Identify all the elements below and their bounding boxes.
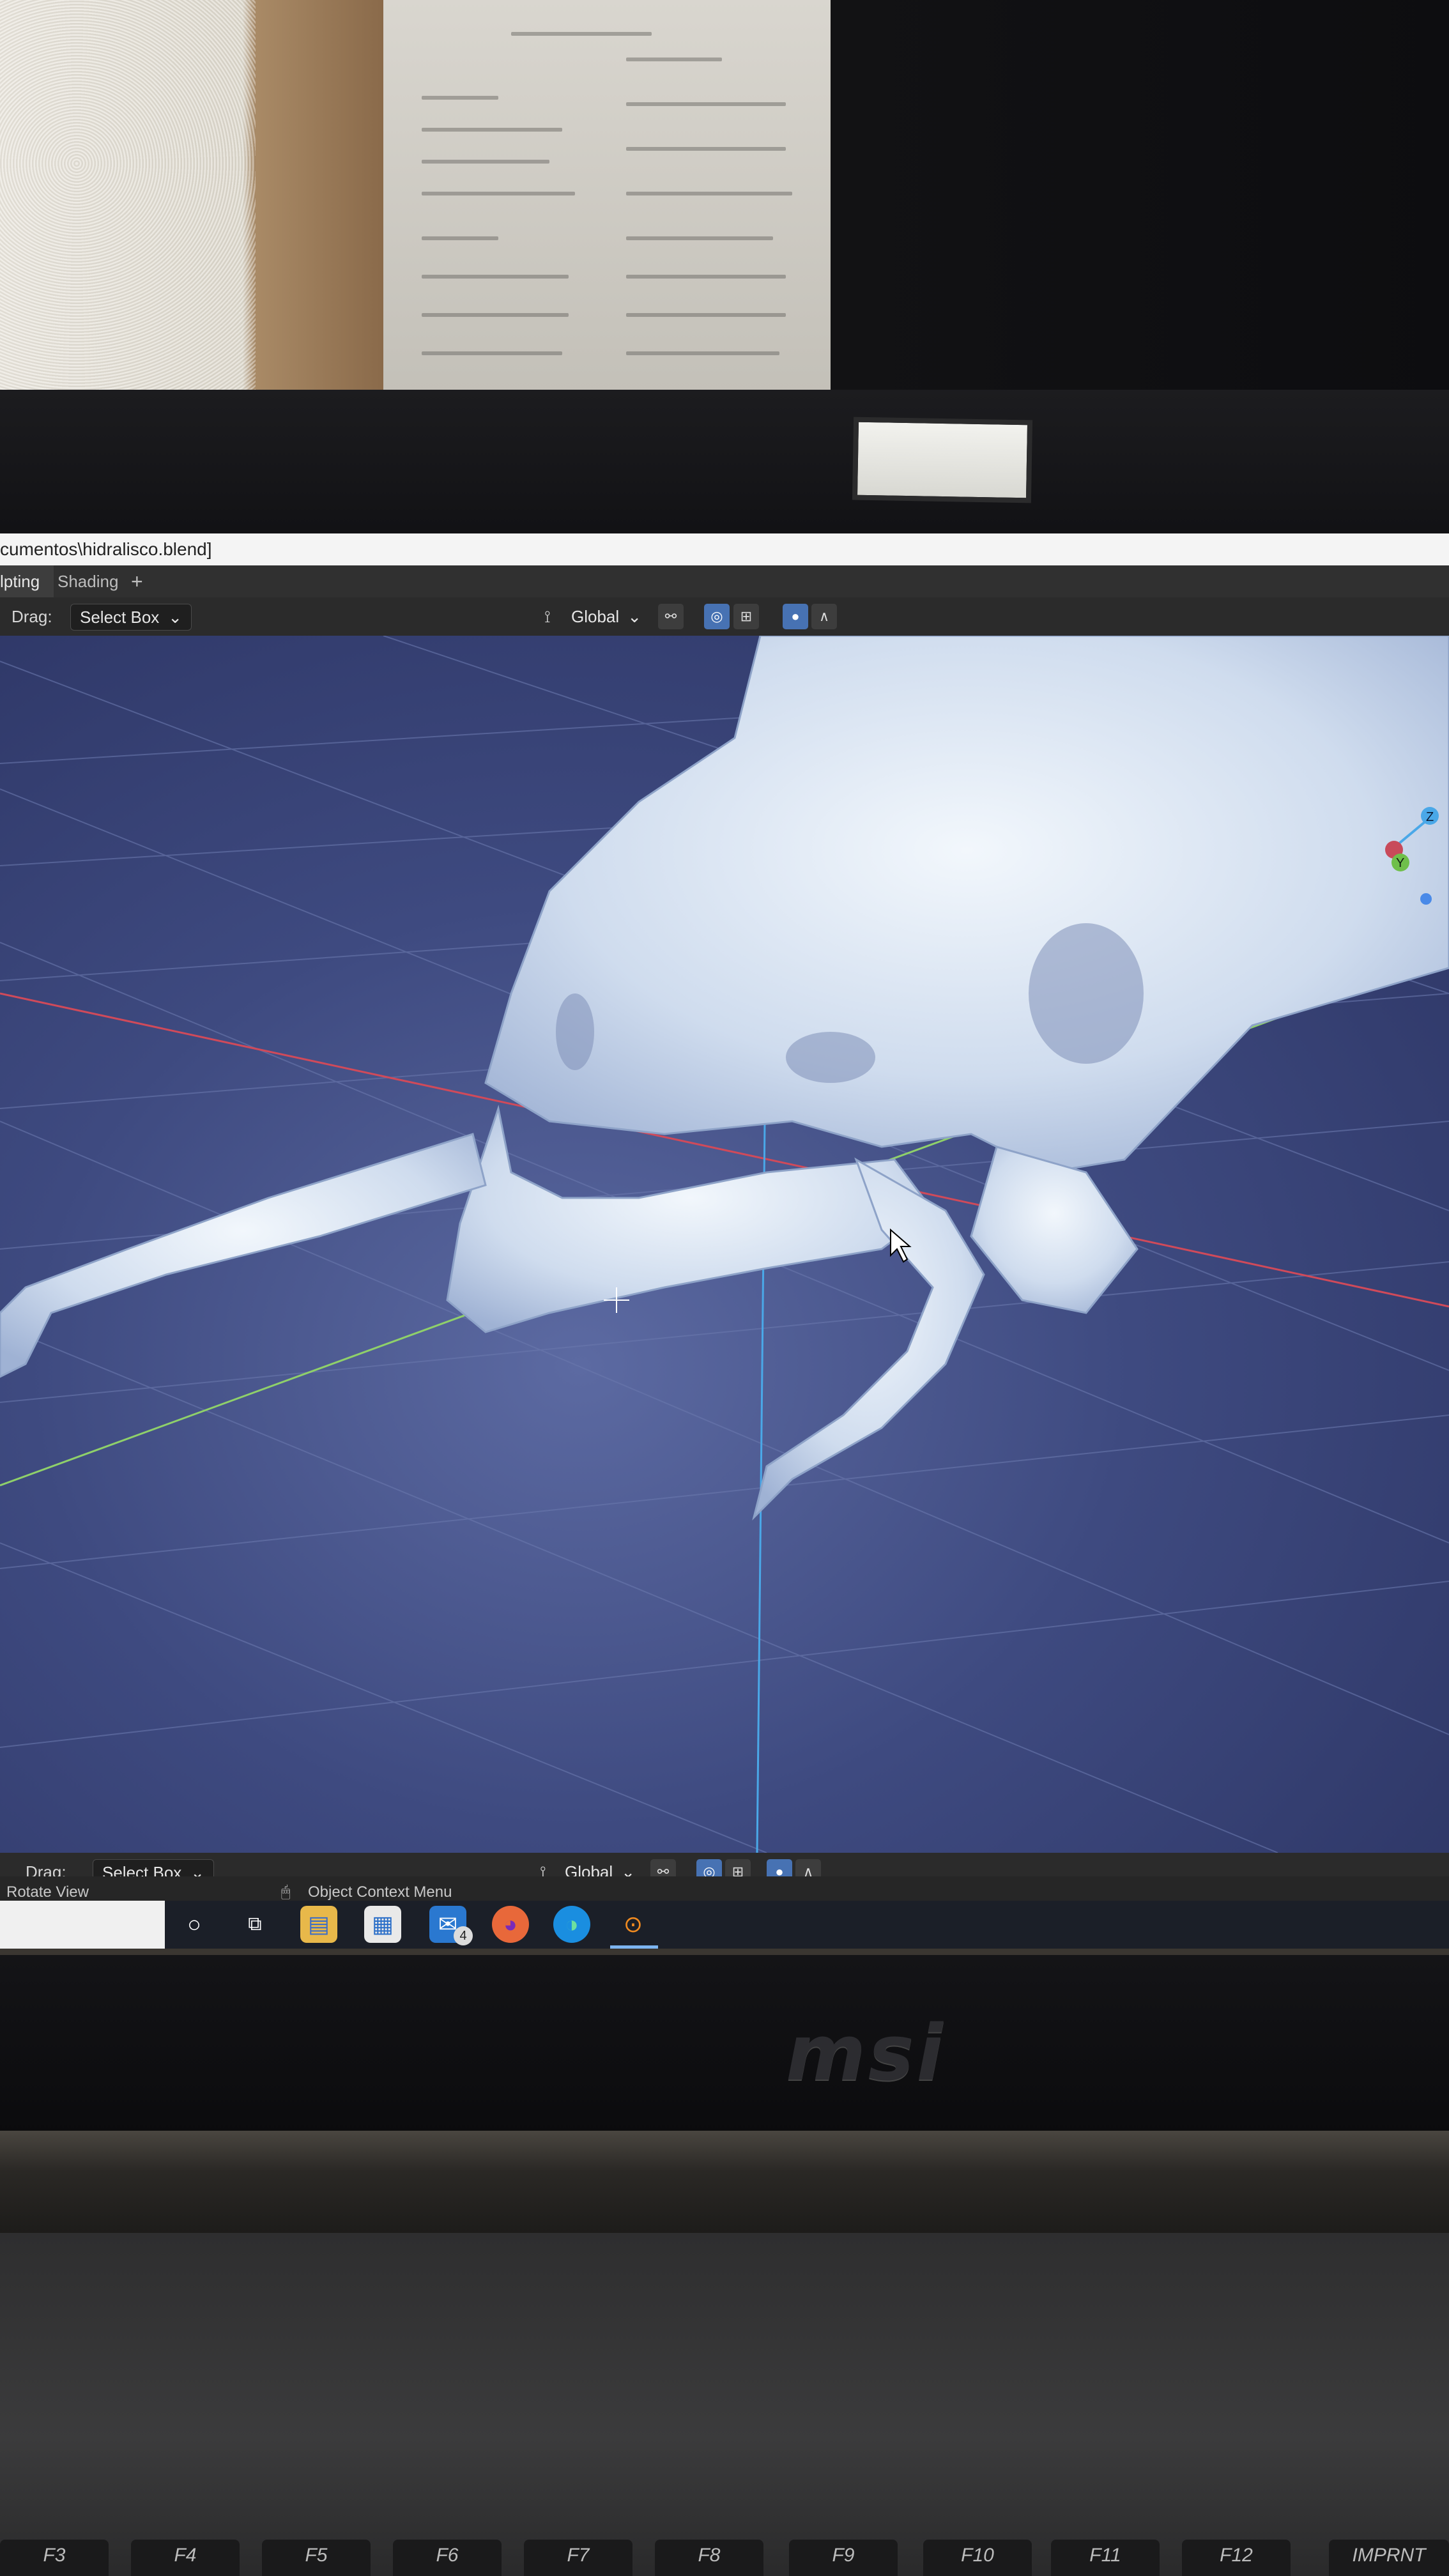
- file-explorer-icon[interactable]: ▤: [300, 1906, 337, 1943]
- pivot-point-icon[interactable]: ⚯: [658, 604, 684, 629]
- chevron-down-icon: ⌄: [168, 608, 182, 627]
- gizmo-y-label: Y: [1396, 856, 1404, 870]
- laptop-hinge: [0, 2131, 1449, 2233]
- drag-label: Drag:: [12, 607, 52, 626]
- drag-mode-value: Select Box: [80, 608, 160, 627]
- key-f3[interactable]: F3: [0, 2540, 109, 2576]
- brand-logo: msi: [786, 2009, 946, 2098]
- wall-texture: [0, 0, 256, 409]
- tab-shading[interactable]: Shading: [57, 565, 118, 597]
- key-f7[interactable]: F7: [524, 2540, 632, 2576]
- taskbar-search-box[interactable]: [0, 1901, 165, 1949]
- sculpt-model: [0, 636, 1449, 1521]
- laptop-screen: cumentos\hidralisco.blend] lpting Shadin…: [0, 533, 1449, 1949]
- printed-sheet: [383, 0, 831, 396]
- key-f5[interactable]: F5: [262, 2540, 371, 2576]
- key-f8[interactable]: F8: [655, 2540, 763, 2576]
- active-app-indicator: [610, 1945, 658, 1949]
- key-f4[interactable]: F4: [131, 2540, 240, 2576]
- store-icon[interactable]: ▦: [364, 1906, 401, 1943]
- add-workspace-button[interactable]: +: [131, 565, 143, 597]
- transform-orientation-dropdown[interactable]: Global ⌄: [562, 604, 650, 629]
- 3d-viewport[interactable]: Z Y: [0, 636, 1449, 1853]
- task-view-icon[interactable]: ⧉: [236, 1906, 273, 1943]
- function-key-row: F3 F4 F5 F6 F7 F8 F9 F10 F11 F12 IMPRNT: [0, 2540, 1449, 2576]
- proportional-editing-icon[interactable]: ●: [783, 604, 808, 629]
- laptop-keyboard-deck: [0, 2233, 1449, 2576]
- tab-sculpting[interactable]: lpting: [0, 565, 54, 597]
- snap-target-icon[interactable]: ⊞: [733, 604, 759, 629]
- laptop-top-bezel: [0, 390, 1449, 543]
- window-title-bar: cumentos\hidralisco.blend]: [0, 533, 1449, 565]
- viewport-header-top: Drag: Select Box ⌄ ⟟ Global ⌄ ⚯ ◎ ⊞ ● ∧: [0, 597, 1449, 636]
- transform-orientation-value: Global: [571, 607, 620, 626]
- window-title: cumentos\hidralisco.blend]: [0, 539, 212, 559]
- key-f10[interactable]: F10: [923, 2540, 1032, 2576]
- mail-badge: 4: [454, 1926, 473, 1945]
- falloff-icon[interactable]: ∧: [811, 604, 837, 629]
- snap-icon[interactable]: ◎: [704, 604, 730, 629]
- transform-orientation-icon: ⟟: [544, 607, 551, 626]
- gizmo-z-label: Z: [1426, 810, 1434, 824]
- firefox-icon[interactable]: ◕: [492, 1906, 529, 1943]
- key-f9[interactable]: F9: [789, 2540, 898, 2576]
- viewport-scene: Z Y: [0, 636, 1449, 1853]
- drag-mode-dropdown[interactable]: Select Box ⌄: [70, 604, 192, 631]
- key-print-screen[interactable]: IMPRNT: [1329, 2540, 1449, 2576]
- chevron-down-icon: ⌄: [627, 607, 641, 626]
- laptop-bottom-bezel: [0, 1955, 1449, 2134]
- edge-icon[interactable]: ◑: [553, 1906, 590, 1943]
- key-f6[interactable]: F6: [393, 2540, 502, 2576]
- cortana-icon[interactable]: ○: [176, 1906, 213, 1943]
- workspace-tabs: lpting Shading +: [0, 565, 1449, 597]
- blender-icon[interactable]: ⊙: [615, 1906, 652, 1943]
- windows-taskbar: ○ ⧉ ▤ ▦ ✉ 4 ◕ ◑ ⊙: [0, 1901, 1449, 1949]
- key-f11[interactable]: F11: [1051, 2540, 1160, 2576]
- key-f12[interactable]: F12: [1182, 2540, 1291, 2576]
- webcam-cover-tape: [852, 417, 1033, 503]
- gizmo-z-negative-handle: [1420, 893, 1432, 905]
